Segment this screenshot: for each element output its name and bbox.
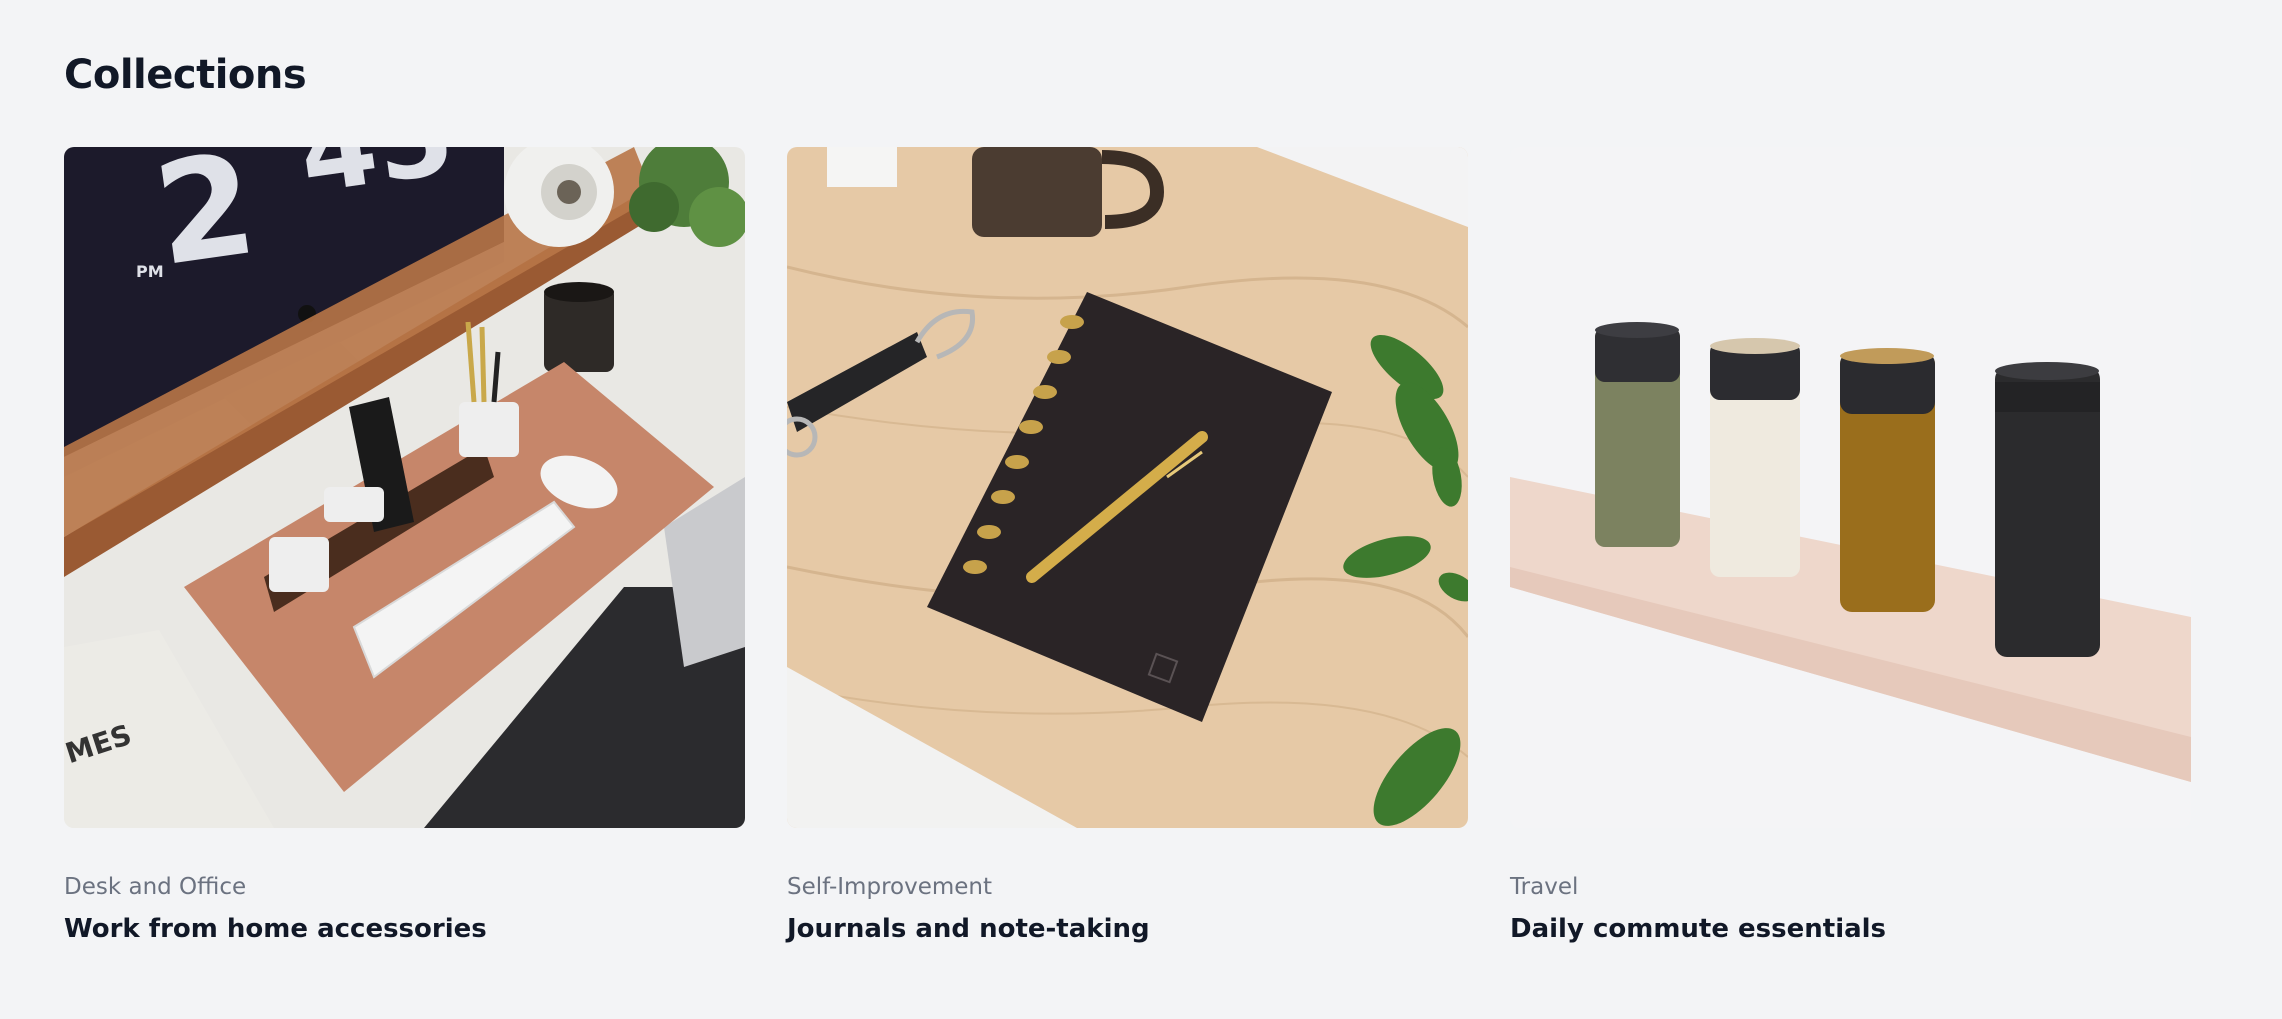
travel-bottles-image[interactable]	[1510, 147, 2191, 828]
collection-card-self-improvement[interactable]: Self-Improvement Journals and note-takin…	[787, 147, 1468, 945]
card-category: Self-Improvement	[787, 874, 993, 900]
collections-page: Collections 2 45 PM	[0, 0, 2282, 1019]
card-title[interactable]: Daily commute essentials	[1510, 914, 2191, 945]
svg-text:PM: PM	[136, 262, 164, 281]
page-title: Collections	[64, 52, 307, 98]
card-category: Travel	[1510, 874, 1579, 900]
desk-setup-image[interactable]: 2 45 PM	[64, 147, 745, 828]
collections-grid: 2 45 PM	[64, 147, 2191, 945]
card-title[interactable]: Journals and note-taking	[787, 914, 1468, 945]
collection-card-travel[interactable]: Travel Daily commute essentials	[1510, 147, 2191, 945]
journal-pen-image[interactable]	[787, 147, 1468, 828]
card-title[interactable]: Work from home accessories	[64, 914, 745, 945]
card-category: Desk and Office	[64, 874, 247, 900]
collection-card-desk-office[interactable]: 2 45 PM	[64, 147, 745, 945]
